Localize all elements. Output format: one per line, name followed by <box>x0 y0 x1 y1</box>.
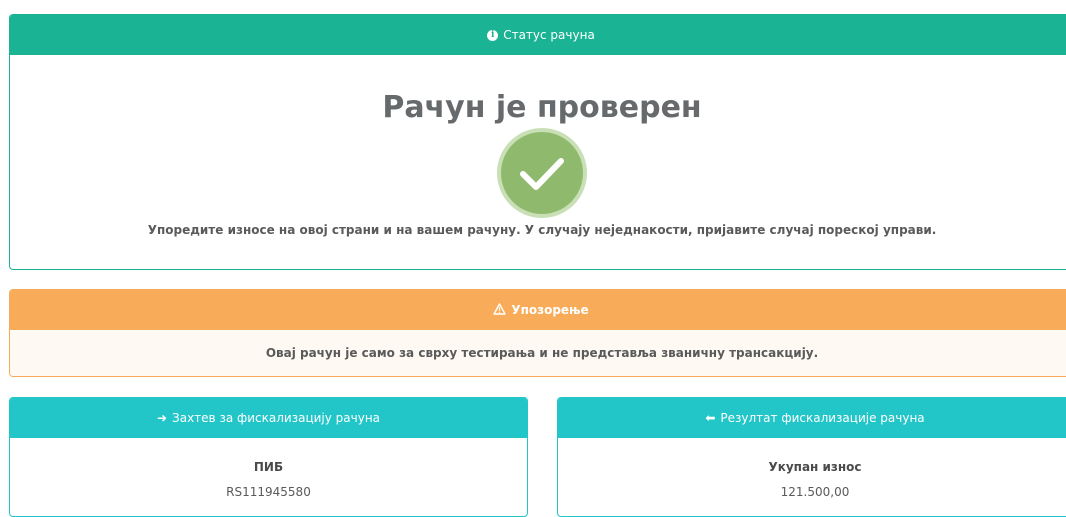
arrow-left-icon: ⬅ <box>705 411 716 425</box>
total-amount-label: Укупан износ <box>768 460 862 474</box>
status-panel-header: i Статус рачуна <box>10 15 1066 55</box>
status-header-label: Статус рачуна <box>503 28 595 42</box>
request-header-label: Захтев за фискализацију рачуна <box>172 411 381 425</box>
pib-label: ПИБ <box>253 460 284 474</box>
total-amount-value: 121.500,00 <box>780 485 850 499</box>
result-header-label: Резултат фискализације рачуна <box>720 411 925 425</box>
status-title: Рачун је проверен <box>382 90 702 125</box>
warning-triangle-icon <box>493 302 507 318</box>
pib-value: RS111945580 <box>226 485 311 499</box>
request-panel: ➜ Захтев за фискализацију рачуна ПИБ RS1… <box>9 397 528 517</box>
warning-panel-header: Упозорење <box>10 290 1066 330</box>
checkmark-icon <box>496 127 588 219</box>
status-panel: i Статус рачуна Рачун је проверен Упоред… <box>9 14 1066 270</box>
warning-header-label: Упозорење <box>511 303 589 317</box>
info-circle-icon: i <box>487 29 499 41</box>
result-panel-header: ⬅ Резултат фискализације рачуна <box>558 398 1066 438</box>
arrow-right-icon: ➜ <box>156 411 168 425</box>
warning-panel: Упозорење Овај рачун је само за сврху те… <box>9 289 1066 377</box>
warning-message: Овај рачун је само за сврху тестирања и … <box>10 330 1066 376</box>
request-panel-header: ➜ Захтев за фискализацију рачуна <box>10 398 527 438</box>
result-panel: ⬅ Резултат фискализације рачуна Укупан и… <box>557 397 1066 517</box>
status-note: Упоредите износе на овој страни и на ваш… <box>147 223 937 237</box>
